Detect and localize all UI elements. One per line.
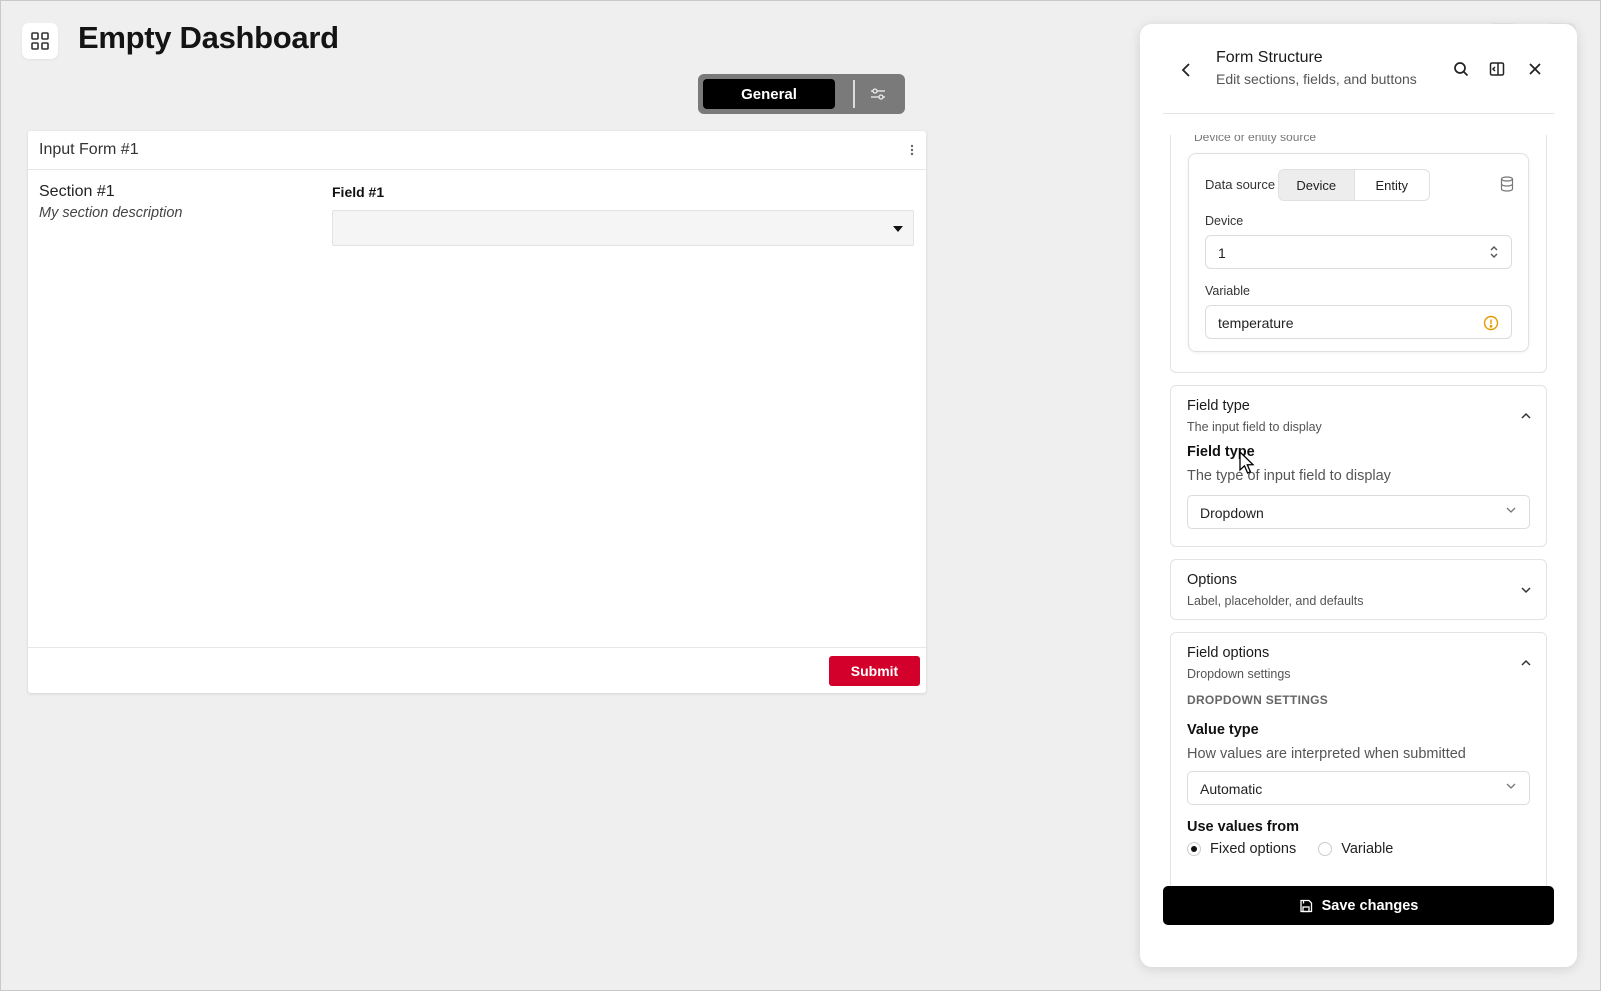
field-type-section: Field type The input field to display Fi… <box>1170 385 1547 547</box>
settings-mode-button[interactable] <box>855 87 900 101</box>
options-section[interactable]: Options Label, placeholder, and defaults <box>1170 559 1547 620</box>
panel-divider <box>1163 113 1554 114</box>
panel-subtitle: Edit sections, fields, and buttons <box>1216 71 1417 87</box>
save-changes-button[interactable]: Save changes <box>1163 886 1554 925</box>
variable-radio-label[interactable]: Variable <box>1341 841 1393 857</box>
close-icon <box>1529 63 1541 75</box>
source-section-subtitle: Device or entity source <box>1194 135 1317 144</box>
sliders-icon <box>870 88 885 100</box>
mode-toggle: General <box>698 74 905 114</box>
close-button[interactable] <box>1523 57 1547 81</box>
section-title: Section #1 <box>39 183 115 200</box>
chevron-down-icon[interactable] <box>1520 586 1532 594</box>
search-button[interactable] <box>1449 57 1473 81</box>
options-section-subtitle: Label, placeholder, and defaults <box>1187 594 1364 608</box>
page-title: Empty Dashboard <box>78 20 339 55</box>
field-type-value: Dropdown <box>1200 505 1264 521</box>
value-type-heading: Value type <box>1187 722 1259 738</box>
use-values-radio-group: Fixed options Variable <box>1187 841 1393 857</box>
submit-button[interactable]: Submit <box>829 656 920 686</box>
dock-panel-button[interactable] <box>1485 57 1509 81</box>
caret-down-icon <box>893 226 903 232</box>
form-structure-panel: Form Structure Edit sections, fields, an… <box>1140 24 1577 967</box>
field-options-section-subtitle: Dropdown settings <box>1187 667 1291 681</box>
field-type-section-title: Field type <box>1187 398 1250 414</box>
panel-header: Form Structure Edit sections, fields, an… <box>1140 24 1577 113</box>
field-label: Field #1 <box>332 184 385 200</box>
field-dropdown[interactable] <box>332 210 914 246</box>
dropdown-settings-heading: DROPDOWN SETTINGS <box>1187 693 1329 707</box>
widget-footer: Submit <box>28 647 926 693</box>
chevron-down-icon <box>1506 507 1516 513</box>
kebab-icon[interactable] <box>910 144 914 156</box>
variable-field[interactable]: temperature <box>1205 305 1512 339</box>
chevron-up-icon[interactable] <box>1520 659 1532 667</box>
chevron-left-icon <box>1181 63 1190 77</box>
input-form-widget: Input Form #1 Section #1 My section desc… <box>28 131 926 693</box>
fixed-options-label[interactable]: Fixed options <box>1210 841 1296 857</box>
field-options-section: Field options Dropdown settings DROPDOWN… <box>1170 632 1547 905</box>
back-button[interactable] <box>1174 58 1198 82</box>
widget-title: Input Form #1 <box>39 141 139 158</box>
value-type-select[interactable]: Automatic <box>1187 771 1530 805</box>
grid-icon <box>31 32 49 50</box>
data-source-card: Data source Device Entity Device 1 Varia… <box>1188 153 1529 352</box>
search-icon <box>1454 62 1469 77</box>
field-options-section-title: Field options <box>1187 645 1270 661</box>
device-label: Device <box>1205 214 1244 228</box>
data-source-segmented: Device Entity <box>1278 169 1430 201</box>
chevron-up-icon[interactable] <box>1520 412 1532 420</box>
up-down-icon <box>1490 246 1498 258</box>
general-mode-button[interactable]: General <box>703 79 835 109</box>
panel-dock-icon <box>1489 62 1505 76</box>
variable-radio[interactable] <box>1318 842 1333 856</box>
value-type-description: How values are interpreted when submitte… <box>1187 746 1466 762</box>
options-section-title: Options <box>1187 572 1237 588</box>
field-type-description: The type of input field to display <box>1187 468 1391 484</box>
field-type-section-subtitle: The input field to display <box>1187 420 1322 434</box>
chevron-down-icon <box>1506 783 1516 789</box>
variable-value: temperature <box>1218 315 1294 331</box>
variable-label: Variable <box>1205 284 1250 298</box>
apps-grid-button[interactable] <box>22 23 58 59</box>
value-type-value: Automatic <box>1200 781 1263 797</box>
save-icon <box>1299 899 1312 912</box>
data-source-label: Data source <box>1205 177 1276 192</box>
panel-scroll-area[interactable]: Device or entity source Data source Devi… <box>1163 135 1554 905</box>
mouse-cursor-icon <box>1239 451 1255 474</box>
warning-icon <box>1483 315 1499 331</box>
panel-title: Form Structure <box>1216 49 1323 66</box>
source-entity-option[interactable]: Entity <box>1355 170 1430 200</box>
device-value: 1 <box>1218 245 1226 261</box>
use-values-heading: Use values from <box>1187 819 1300 835</box>
source-device-option[interactable]: Device <box>1279 170 1355 200</box>
field-type-select[interactable]: Dropdown <box>1187 495 1530 529</box>
section-description: My section description <box>39 205 183 221</box>
fixed-options-radio[interactable] <box>1187 842 1201 856</box>
source-section: Device or entity source Data source Devi… <box>1170 135 1547 373</box>
device-stepper[interactable]: 1 <box>1205 235 1512 269</box>
widget-header: Input Form #1 <box>28 131 926 170</box>
database-icon[interactable] <box>1500 176 1514 192</box>
save-changes-label: Save changes <box>1321 897 1419 914</box>
